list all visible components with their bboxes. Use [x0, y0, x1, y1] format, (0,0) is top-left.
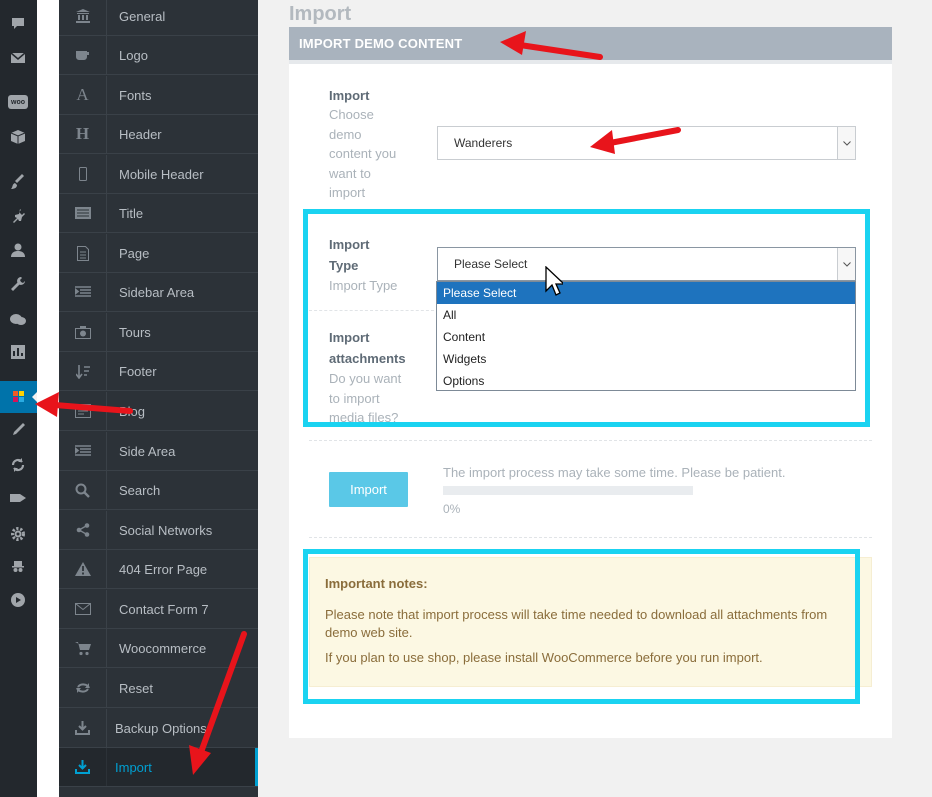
arrow-import-item [197, 631, 247, 758]
arrowhead [590, 130, 615, 154]
arrowhead [189, 745, 211, 775]
arrowhead [500, 31, 526, 55]
arrow-demo-select [607, 127, 681, 146]
annotation-arrows [35, 31, 681, 775]
arrowhead [35, 392, 59, 417]
arrow-section-header [517, 42, 603, 60]
arrow-theme-options [52, 402, 133, 414]
